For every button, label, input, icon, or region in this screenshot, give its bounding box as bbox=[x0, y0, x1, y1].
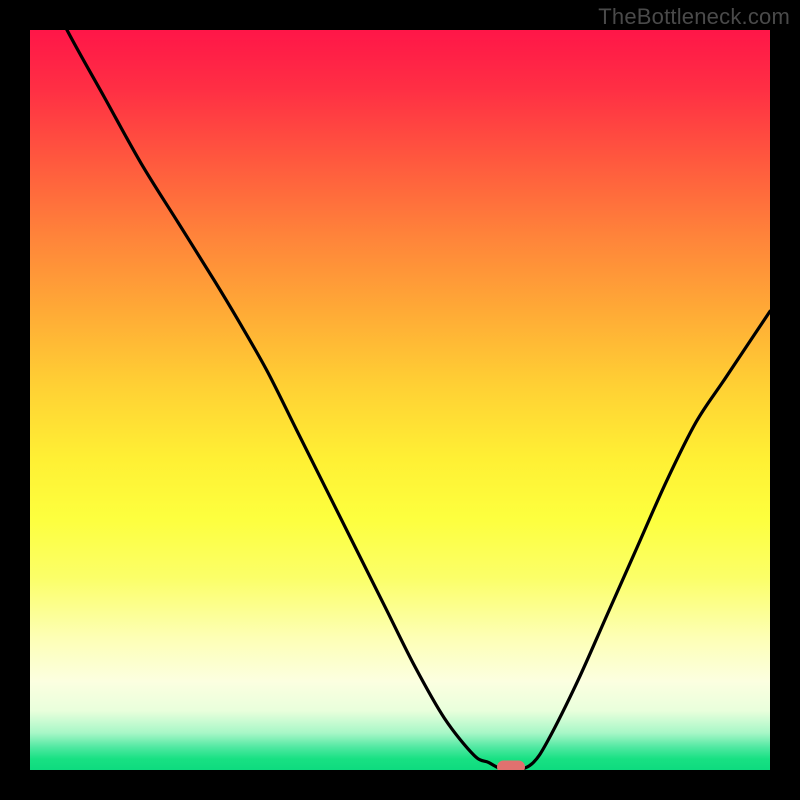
plot-area bbox=[30, 30, 770, 770]
bottleneck-curve-path bbox=[30, 30, 770, 770]
optimal-point-marker bbox=[497, 761, 525, 771]
curve-svg bbox=[30, 30, 770, 770]
watermark-text: TheBottleneck.com bbox=[598, 4, 790, 30]
chart-frame: TheBottleneck.com bbox=[0, 0, 800, 800]
